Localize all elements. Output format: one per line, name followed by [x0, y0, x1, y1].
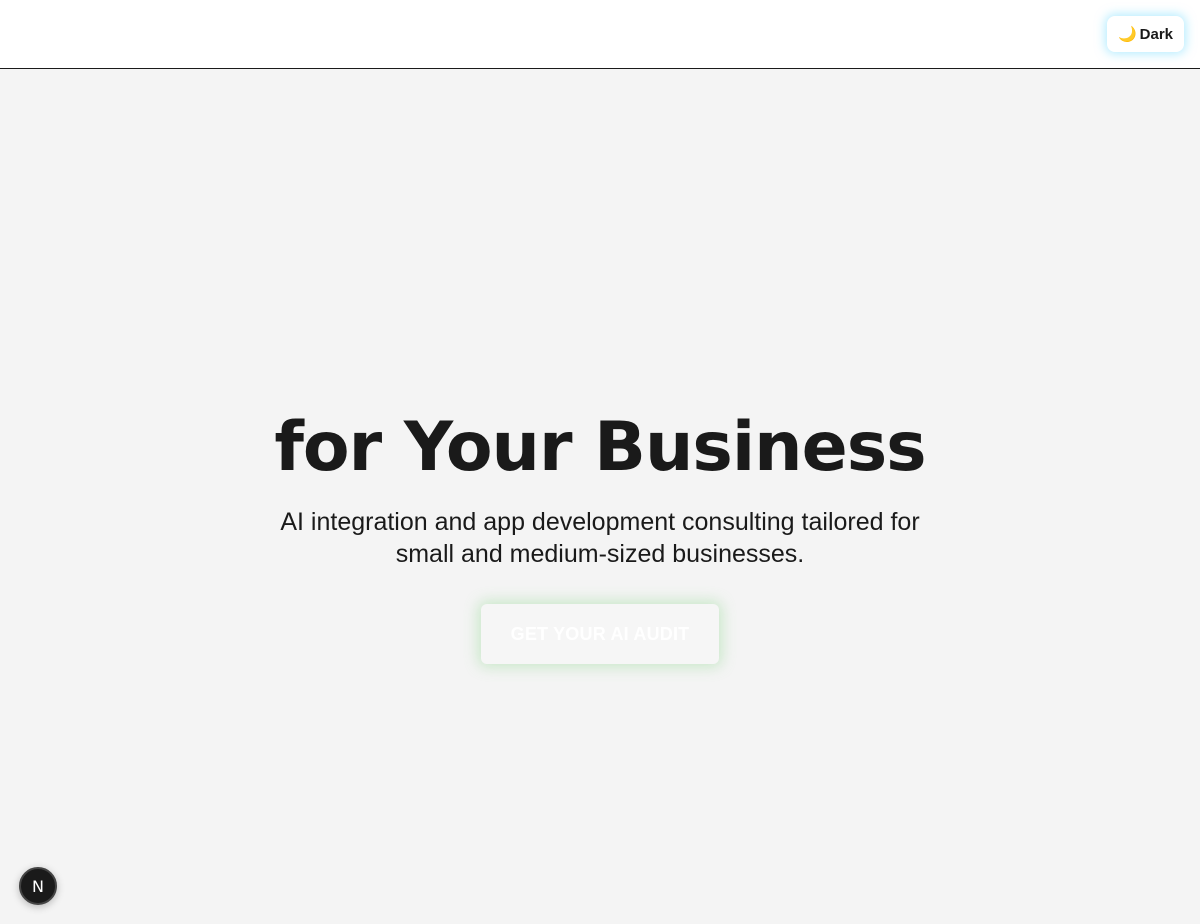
nextjs-dev-badge[interactable]: N [19, 867, 57, 905]
hero-subtitle: AI integration and app development consu… [280, 508, 920, 568]
moon-icon: 🌙 [1117, 25, 1137, 43]
nextjs-icon: N [32, 876, 44, 896]
get-ai-audit-button[interactable]: GET YOUR AI AUDIT [481, 604, 719, 664]
theme-toggle-label: Dark [1139, 25, 1174, 43]
dark-mode-toggle-button[interactable]: 🌙 Dark [1107, 16, 1184, 52]
hero-section: for Your Business AI integration and app… [0, 69, 1200, 924]
hero-title: for Your Business [274, 408, 926, 487]
site-header: 🌙 Dark [0, 0, 1200, 69]
